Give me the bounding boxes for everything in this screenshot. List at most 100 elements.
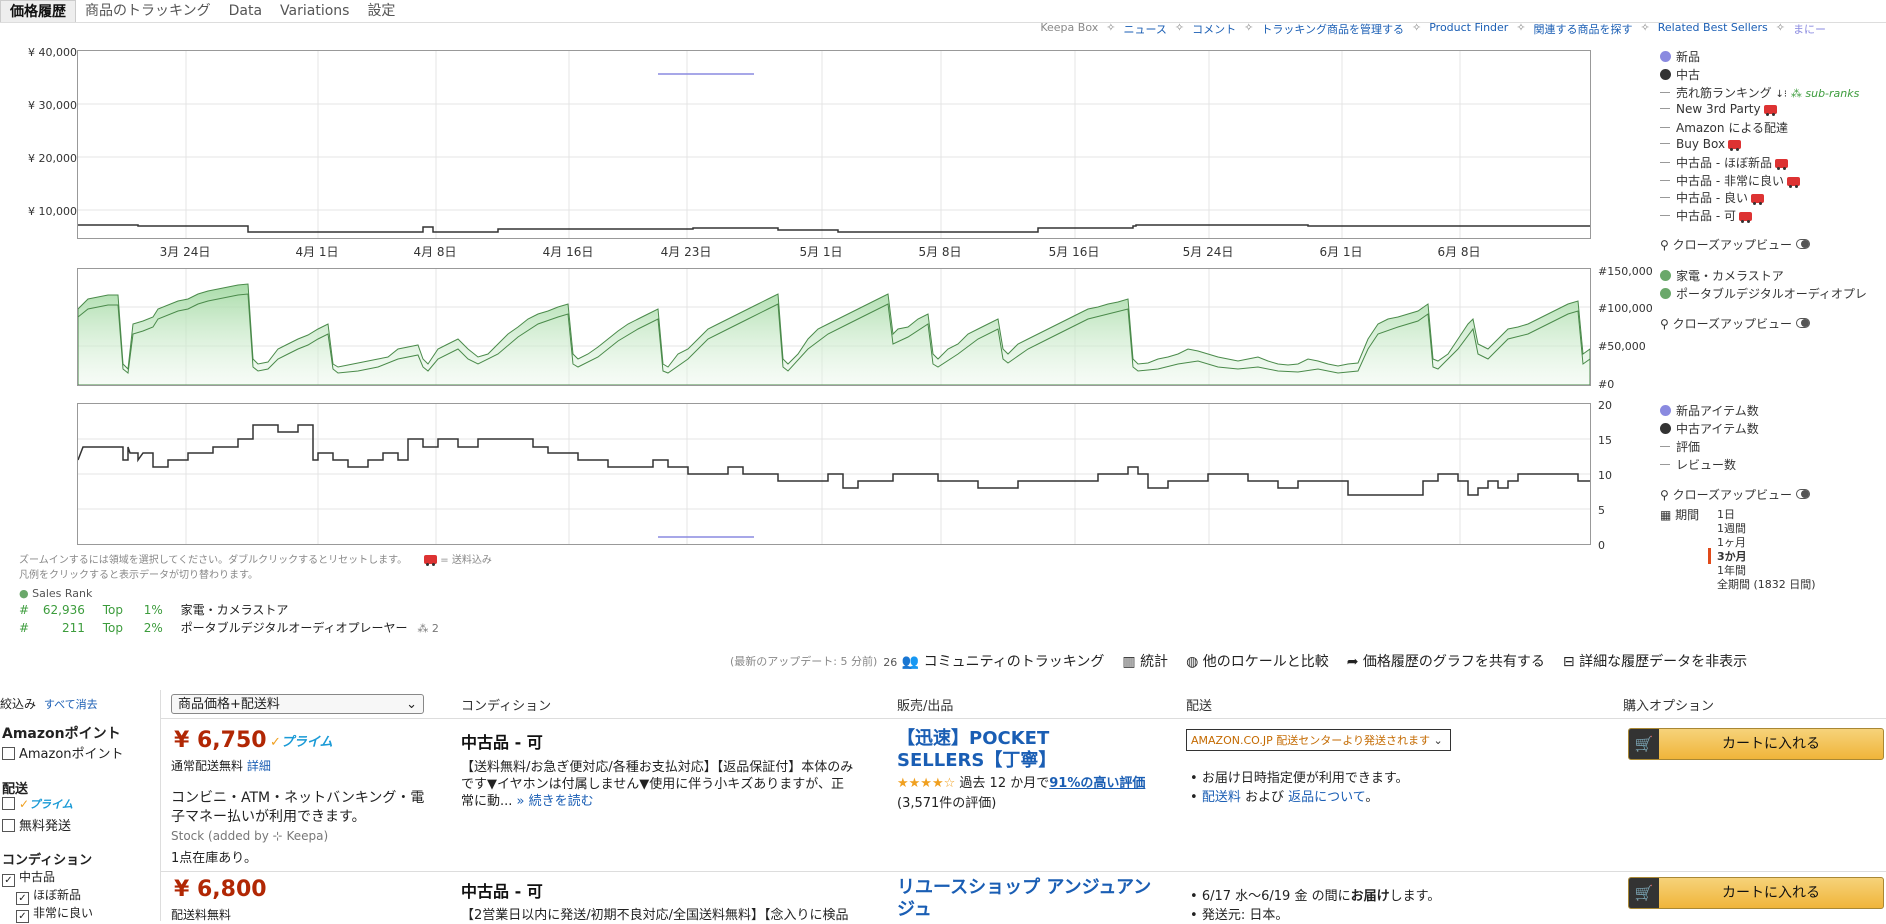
clear-all-link[interactable]: すべて消去	[44, 698, 98, 711]
count-ytick: 10	[1598, 469, 1612, 482]
check-icon: ✓	[19, 797, 30, 811]
community-tracking-button[interactable]: 26 👥 コミュニティのトラッキング	[883, 651, 1104, 671]
rank-category[interactable]: 家電・カメラストア	[181, 603, 289, 617]
shipping-fee-link[interactable]: 配送料	[1202, 790, 1241, 805]
filter-used[interactable]: ✓ 中古品	[2, 868, 55, 887]
sales-rank-area	[77, 283, 1591, 386]
legend-category-2[interactable]: ポータブルデジタルオーディオプレ	[1660, 285, 1886, 302]
checkbox-checked[interactable]: ✓	[2, 874, 15, 887]
offer-description: 【送料無料/お急ぎ便対応/各種お支払対応】【返品保証付】本体のみです▼イヤホンは…	[461, 759, 856, 810]
checkbox[interactable]	[2, 747, 15, 760]
closeup-toggle-count[interactable]: ⚲ クローズアップビュー	[1660, 486, 1811, 503]
news-link[interactable]: ニュース	[1123, 21, 1166, 37]
checkbox[interactable]	[2, 797, 15, 810]
sales-rank-chart[interactable]	[77, 268, 1591, 386]
tab-product-tracking[interactable]: 商品のトラッキング	[76, 0, 220, 22]
legend-used-like-new[interactable]: 中古品 - ほぼ新品	[1660, 154, 1788, 171]
legend-rating[interactable]: 評価	[1660, 438, 1700, 455]
rank-pct: 1%	[143, 603, 163, 617]
rank-category[interactable]: ポータブルデジタルオーディオプレーヤー	[181, 621, 408, 635]
rank-top: Top	[102, 621, 123, 635]
separator-icon: ✧	[1412, 21, 1422, 34]
used-count-line	[77, 424, 1590, 496]
checkbox-checked[interactable]: ✓	[16, 910, 29, 923]
separator-icon: ✧	[1640, 21, 1650, 34]
sub-rank-badge[interactable]: ⁂ 2	[417, 622, 439, 635]
compare-locales-button[interactable]: ◍ 他のロケールと比較	[1186, 651, 1329, 671]
share-icon: ➦	[1346, 654, 1359, 670]
date-xtick: 5月 16日	[1048, 245, 1100, 259]
returns-link[interactable]: 返品について	[1288, 790, 1365, 805]
price-chart[interactable]	[77, 50, 1591, 239]
comment-link[interactable]: コメント	[1192, 21, 1236, 37]
filter-free-shipping[interactable]: 無料発送	[2, 815, 71, 834]
fulfillment-select[interactable]: AMAZON.CO.JP 配送センターより発送されます ⌄	[1186, 729, 1451, 751]
legend-category-1[interactable]: 家電・カメラストア	[1660, 267, 1784, 284]
legend-amazon-delivery[interactable]: Amazon による配達	[1660, 119, 1788, 136]
add-to-cart-label: カートに入れる	[1722, 736, 1820, 752]
legend-buy-box[interactable]: Buy Box	[1660, 137, 1742, 151]
tab-data[interactable]: Data	[220, 0, 271, 22]
date-xtick: 3月 24日	[159, 245, 211, 259]
statistics-button[interactable]: ▥ 統計	[1122, 651, 1168, 671]
sort-select[interactable]: 商品価格+配送料 ⌄	[171, 694, 424, 714]
legend-used-very-good[interactable]: 中古品 - 非常に良い	[1660, 172, 1800, 189]
period-all[interactable]: 全期間 (1832 日間)	[1717, 576, 1816, 592]
legend-used[interactable]: 中古	[1660, 66, 1700, 83]
legend-used-good[interactable]: 中古品 - 良い	[1660, 189, 1764, 206]
legend-new[interactable]: 新品	[1660, 48, 1700, 65]
checkbox[interactable]	[2, 819, 15, 832]
share-graph-button[interactable]: ➦ 価格履歴のグラフを共有する	[1347, 651, 1545, 671]
tab-variations[interactable]: Variations	[271, 0, 358, 22]
separator-icon: ✧	[1106, 21, 1116, 34]
details-link[interactable]: 詳細	[247, 759, 271, 773]
related-products-link[interactable]: 関連する商品を探す	[1534, 21, 1633, 37]
toggle-icon	[1796, 489, 1811, 499]
community-label: コミュニティのトラッキング	[923, 654, 1105, 670]
legend-used-acceptable[interactable]: 中古品 - 可	[1660, 207, 1752, 224]
date-xtick: 6月 8日	[1437, 245, 1481, 259]
period-text: 。	[1365, 790, 1379, 805]
dash-icon	[1660, 162, 1670, 163]
separator-icon: ✧	[1516, 21, 1526, 34]
users-icon: 👥	[901, 654, 920, 670]
filter-like-new[interactable]: ✓ ほぼ新品	[16, 886, 81, 905]
keepa-box-link[interactable]: Keepa Box	[1040, 21, 1098, 37]
filter-amazon-points[interactable]: Amazonポイント	[2, 743, 124, 762]
rating-percent-link[interactable]: 91%の高い評価	[1049, 776, 1145, 791]
offer-count-chart[interactable]	[77, 403, 1591, 545]
seller-rating: ★★★★☆ 過去 12 か月で91%の高い評価	[897, 772, 1145, 791]
add-to-cart-button[interactable]: 🛒 カートに入れる	[1628, 728, 1884, 760]
closeup-toggle-price[interactable]: ⚲ クローズアップビュー	[1660, 236, 1811, 253]
read-more-link[interactable]: » 続きを読む	[517, 794, 594, 809]
tab-price-history[interactable]: 価格履歴	[0, 0, 76, 22]
add-to-cart-button[interactable]: 🛒 カートに入れる	[1628, 877, 1884, 909]
filter-prime[interactable]: ✓プライム	[2, 796, 73, 812]
count-ytick: 20	[1598, 399, 1612, 412]
seller-link[interactable]: リユースショップ アンジュアンジュ	[897, 877, 1157, 921]
legend-review-count[interactable]: レビュー数	[1660, 456, 1736, 473]
share-label: 価格履歴のグラフを共有する	[1362, 654, 1545, 670]
green-dot-icon	[1660, 288, 1671, 299]
seller-link[interactable]: 【迅速】POCKET SELLERS【丁寧】	[897, 728, 1137, 772]
header-buy-options: 購入オプション	[1623, 699, 1715, 714]
offer-price: ¥ 6,800	[174, 877, 267, 902]
legend-sales-rank[interactable]: 売れ筋ランキング ↓⁝ ⁂ sub-ranks	[1660, 84, 1859, 101]
filter-very-good[interactable]: ✓ 非常に良い	[16, 904, 93, 923]
tab-settings[interactable]: 設定	[358, 0, 404, 22]
header-seller: 販売/出品	[897, 699, 954, 714]
hide-history-button[interactable]: ⊟ 詳細な履歴データを非表示	[1563, 651, 1747, 671]
legend-new-3rd-party[interactable]: New 3rd Party	[1660, 102, 1777, 116]
legend-label: 売れ筋ランキング	[1676, 86, 1772, 100]
legend-used-count[interactable]: 中古アイテム数	[1660, 420, 1759, 437]
product-finder-link[interactable]: Product Finder	[1429, 21, 1508, 37]
manage-tracking-link[interactable]: トラッキング商品を管理する	[1261, 21, 1404, 37]
date-xtick: 5月 8日	[918, 245, 962, 259]
closeup-toggle-rank[interactable]: ⚲ クローズアップビュー	[1660, 315, 1811, 332]
more-link[interactable]: まにー	[1793, 21, 1826, 37]
related-bestsellers-link[interactable]: Related Best Sellers	[1658, 21, 1768, 37]
shipping-note: = 送料込み	[421, 555, 492, 566]
legend-new-count[interactable]: 新品アイテム数	[1660, 402, 1759, 419]
collapse-icon: ⊟	[1562, 654, 1575, 670]
subranks-link[interactable]: ⁂ sub-ranks	[1791, 87, 1860, 100]
